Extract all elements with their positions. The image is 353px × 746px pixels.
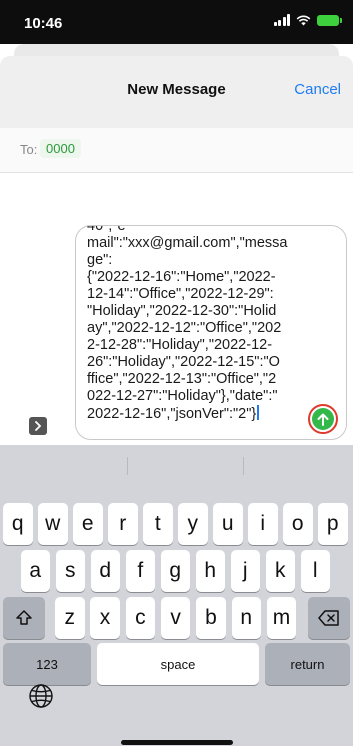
key-y[interactable]: y: [178, 503, 208, 545]
battery-icon: [317, 14, 342, 26]
suggestion-divider: [127, 457, 128, 475]
send-highlight-ring: [308, 404, 338, 434]
message-line: 26":"Holiday","2022-12-15":"O: [87, 354, 280, 370]
cancel-button[interactable]: Cancel: [294, 81, 341, 98]
arrow-up-icon: [317, 413, 329, 426]
key-x[interactable]: x: [90, 597, 120, 639]
key-h[interactable]: h: [195, 550, 225, 592]
key-c[interactable]: c: [125, 597, 156, 639]
home-indicator: [121, 740, 233, 745]
shift-icon: [16, 610, 32, 625]
status-bar: 10:46: [0, 0, 353, 44]
wifi-icon: [296, 15, 311, 26]
message-line: "Holiday","2022-12-30":"Holid: [87, 303, 277, 319]
key-w[interactable]: w: [38, 503, 68, 545]
key-f[interactable]: f: [125, 550, 155, 592]
key-a[interactable]: a: [20, 550, 50, 592]
status-icons: [273, 14, 342, 26]
key-n[interactable]: n: [231, 597, 261, 639]
keyboard: qwertyuiop asdfghjkl zxcvbnm 123 space r…: [0, 445, 353, 746]
expand-apps-button[interactable]: [29, 417, 47, 435]
message-line: ffice","2022-12-13":"Office","2: [87, 371, 277, 387]
key-i[interactable]: i: [248, 503, 278, 545]
message-line: 40","e: [87, 225, 126, 234]
text-caret: [257, 405, 259, 420]
message-text[interactable]: 40","e mail":"xxx@gmail.com","messa ge":…: [87, 225, 307, 423]
shift-key[interactable]: [3, 597, 45, 639]
key-q[interactable]: q: [3, 503, 33, 545]
key-s[interactable]: s: [55, 550, 85, 592]
message-line: mail":"xxx@gmail.com","messa: [87, 235, 288, 251]
recipient-field[interactable]: To: 0000: [0, 128, 353, 173]
status-time: 10:46: [24, 15, 63, 32]
message-line: ge":: [87, 252, 113, 268]
key-e[interactable]: e: [73, 503, 103, 545]
key-d[interactable]: d: [90, 550, 120, 592]
key-k[interactable]: k: [265, 550, 295, 592]
message-line: 2-12-28":"Holiday","2022-12-: [87, 337, 273, 353]
key-o[interactable]: o: [283, 503, 313, 545]
globe-icon: [29, 684, 53, 708]
to-label: To:: [20, 142, 38, 157]
chevron-right-icon: [35, 421, 42, 431]
recipient-chip[interactable]: 0000: [40, 139, 81, 158]
key-z[interactable]: z: [55, 597, 85, 639]
key-b[interactable]: b: [196, 597, 226, 639]
key-m[interactable]: m: [266, 597, 297, 639]
message-line: 12-14":"Office","2022-12-29":: [87, 286, 274, 302]
message-line: ay","2022-12-12":"Office","202: [87, 320, 282, 336]
key-p[interactable]: p: [318, 503, 348, 545]
message-line-text: 2022-12-16","jsonVer":"2"}: [87, 406, 257, 422]
signal-icon: [273, 14, 290, 26]
return-key[interactable]: return: [265, 643, 350, 685]
globe-button[interactable]: [28, 683, 54, 714]
key-l[interactable]: l: [300, 550, 330, 592]
suggestion-bar: [0, 445, 353, 487]
message-line: {"2022-12-16":"Home","2022-: [87, 269, 276, 285]
key-g[interactable]: g: [160, 550, 190, 592]
message-input[interactable]: 40","e mail":"xxx@gmail.com","messa ge":…: [75, 225, 347, 440]
key-t[interactable]: t: [143, 503, 173, 545]
key-u[interactable]: u: [213, 503, 243, 545]
numbers-key[interactable]: 123: [3, 643, 91, 685]
key-r[interactable]: r: [108, 503, 138, 545]
space-key[interactable]: space: [97, 643, 259, 685]
delete-key[interactable]: [308, 597, 350, 639]
compose-header: New Message Cancel: [0, 56, 353, 129]
backspace-icon: [318, 610, 339, 626]
key-j[interactable]: j: [230, 550, 260, 592]
send-button[interactable]: [312, 408, 334, 430]
message-line: 022-12-27":"Holiday"},"date":": [87, 388, 278, 404]
message-line-last: 2022-12-16","jsonVer":"2"}: [87, 405, 307, 423]
key-v[interactable]: v: [160, 597, 191, 639]
suggestion-divider: [243, 457, 244, 475]
